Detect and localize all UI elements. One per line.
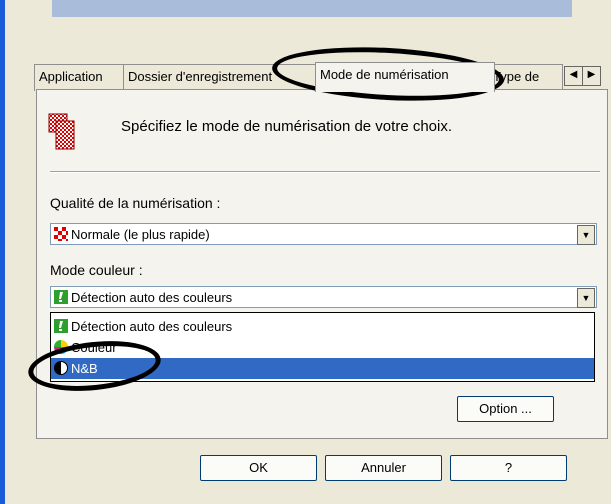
tab-strip: Application Dossier d'enregistrement Mod…: [30, 62, 610, 92]
header-banner: [52, 0, 572, 17]
color-mode-select[interactable]: Détection auto des couleurs ▼: [50, 286, 597, 308]
color-mode-label: Mode couleur :: [50, 262, 143, 278]
option-button[interactable]: Option ...: [457, 396, 554, 422]
ok-button[interactable]: OK: [200, 455, 317, 481]
checker-icon: [54, 227, 68, 241]
tab-application[interactable]: Application: [34, 64, 130, 91]
tab-scan-mode[interactable]: Mode de numérisation: [315, 62, 495, 92]
scan-mode-icon: [48, 113, 75, 150]
help-button[interactable]: ?: [450, 455, 567, 481]
list-item-auto-color[interactable]: Détection auto des couleurs: [51, 316, 594, 337]
cancel-button[interactable]: Annuler: [325, 455, 442, 481]
auto-color-icon: [54, 319, 68, 333]
chevron-down-icon[interactable]: ▼: [577, 225, 595, 245]
tab-scroll-left-button[interactable]: ◀: [564, 66, 583, 86]
tab-scroll-right-button[interactable]: ▶: [582, 66, 601, 86]
chevron-down-icon[interactable]: ▼: [577, 288, 595, 308]
window-edge: [0, 0, 5, 504]
separator: [50, 171, 600, 173]
color-mode-value: Détection auto des couleurs: [71, 290, 233, 305]
quality-label: Qualité de la numérisation :: [50, 195, 221, 211]
quality-value: Normale (le plus rapide): [71, 227, 210, 242]
auto-color-icon: [54, 290, 68, 304]
quality-select[interactable]: Normale (le plus rapide) ▼: [50, 223, 597, 245]
scan-mode-description: Spécifiez le mode de numérisation de vot…: [121, 118, 453, 135]
